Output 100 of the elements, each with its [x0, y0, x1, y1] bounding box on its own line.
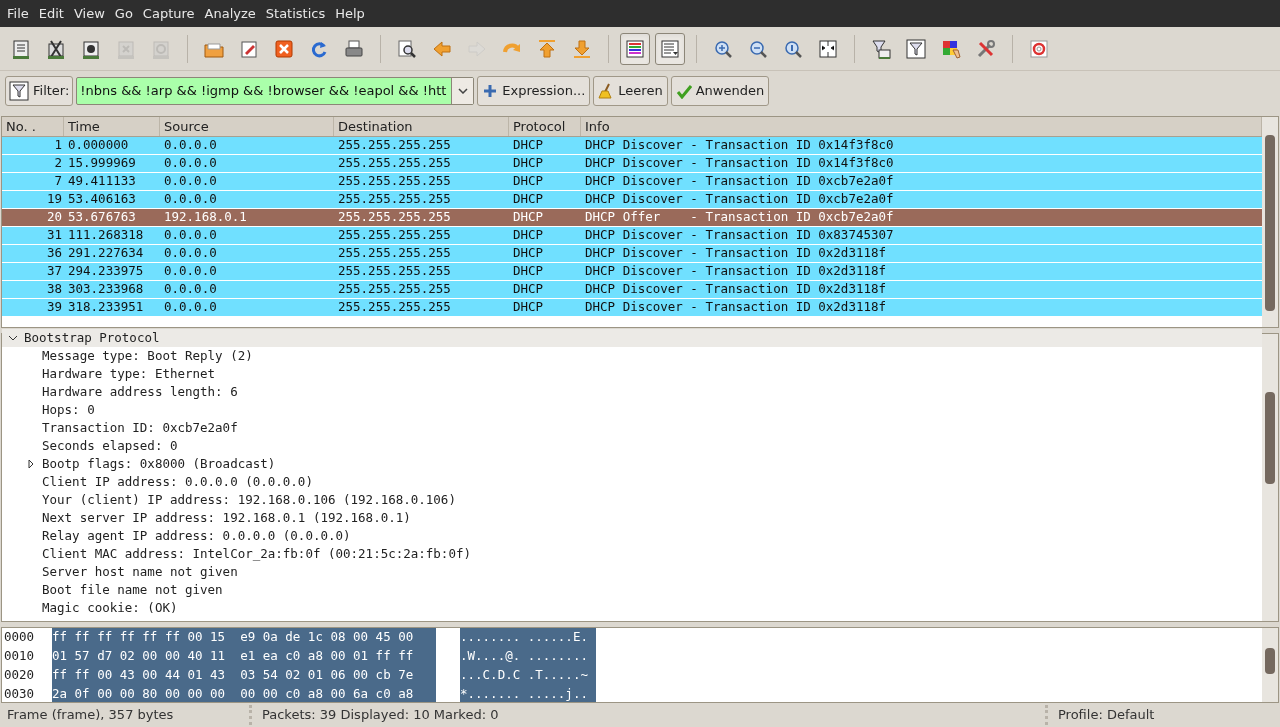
table-cell-text: 0.0.0.0 [163, 262, 218, 281]
ascii-bytes: ...C.D.C .T.....~ [460, 666, 596, 685]
tree-item[interactable]: Bootstrap Protocol [24, 329, 160, 348]
vertical-scrollbar[interactable] [1262, 117, 1278, 327]
status-text: Profile: Default [1057, 706, 1156, 725]
table-cell-text: 0.0.0.0 [163, 190, 218, 209]
table-cell-text: 31 [45, 226, 63, 245]
table-cell-text: DHCP [512, 298, 545, 317]
table-cell-text: 255.255.255.255 [337, 208, 452, 227]
tree-item[interactable]: Bootp flags: 0x8000 (Broadcast) [42, 454, 276, 474]
checkmark-icon [675, 83, 692, 99]
packet-row[interactable]: 37 294.233975 0.0.0.0 255.255.255.255 DHCP DHCP Discover - Transaction ID 0x2d3118f [2, 263, 1262, 281]
tree-item[interactable]: Client IP address: 0.0.0.0 (0.0.0.0) [42, 472, 313, 492]
ascii-bytes: .W....@. ........ [460, 647, 596, 666]
table-cell-text: 0.0.0.0 [163, 172, 218, 191]
table-cell-text: DHCP Discover - Transaction ID 0x2d3118f [584, 298, 888, 317]
vertical-scrollbar[interactable] [1262, 334, 1278, 621]
table-cell-text: 39 [45, 298, 63, 317]
capture-filter-icon [870, 37, 892, 60]
tree-item[interactable]: Transaction ID: 0xcb7e2a0f [42, 418, 238, 438]
table-cell-text: 38 [45, 280, 63, 299]
menu-item[interactable]: Statistics [260, 3, 331, 24]
tree-item[interactable]: Client MAC address: IntelCor_2a:fb:0f (00:21:5c:2a:fb:0f) [42, 544, 471, 564]
packet-row[interactable]: 19 53.406163 0.0.0.0 255.255.255.255 DHCP DHCP Discover - Transaction ID 0xcb7e2a0f [2, 191, 1262, 209]
table-cell-text: DHCP Discover - Transaction ID 0x2d3118f [584, 244, 888, 263]
column-header[interactable]: No. . [2, 117, 64, 136]
tree-item[interactable]: Hardware type: Ethernet [42, 364, 216, 384]
packet-row[interactable]: 2 15.999969 0.0.0.0 255.255.255.255 DHCP DHCP Discover - Transaction ID 0x14f3f8c0 [2, 155, 1262, 173]
table-cell-text: DHCP [512, 280, 545, 299]
packet-row[interactable]: 36 291.227634 0.0.0.0 255.255.255.255 DHCP DHCP Discover - Transaction ID 0x2d3118f [2, 245, 1262, 263]
table-cell-text: DHCP Offer - Transaction ID 0xcb7e2a0f [584, 208, 895, 227]
tree-item[interactable]: Hardware address length: 6 [42, 382, 238, 402]
table-cell-text: 303.233968 [67, 280, 145, 299]
packet-row[interactable]: 1 0.000000 0.0.0.0 255.255.255.255 DHCP DHCP Discover - Transaction ID 0x14f3f8c0 [2, 137, 1262, 155]
byte-offset: 0010 [3, 647, 36, 666]
packet-row[interactable]: 39 318.233951 0.0.0.0 255.255.255.255 DHCP DHCP Discover - Transaction ID 0x2d3118f [2, 299, 1262, 317]
search-icon [396, 37, 418, 60]
plus-icon [482, 83, 499, 99]
menu-item[interactable]: Capture [137, 3, 200, 24]
ascii-bytes: ........ ......E. [460, 628, 596, 647]
table-cell-text: 192.168.0.1 [163, 208, 248, 227]
tree-item[interactable]: Relay agent IP address: 0.0.0.0 (0.0.0.0) [42, 526, 351, 546]
vertical-scrollbar[interactable] [1262, 628, 1278, 702]
table-cell-text: DHCP [512, 208, 545, 227]
table-cell-text: DHCP [512, 172, 545, 191]
table-cell-text: DHCP [512, 190, 545, 209]
status-text: Packets: 39 Displayed: 10 Marked: 0 [252, 705, 1048, 725]
menu-item[interactable]: Help [330, 3, 370, 24]
filter-input-field[interactable]: !nbns && !arp && !igmp && !browser && !eapol && !htt [76, 77, 475, 105]
table-cell-text: 0.000000 [67, 136, 130, 155]
tree-item[interactable]: Next server IP address: 192.168.0.1 (192.168.0.1) [42, 508, 411, 528]
column-header[interactable]: Time [64, 117, 160, 136]
table-cell-text: 53.676763 [67, 208, 137, 227]
tree-item[interactable]: Magic cookie: (OK) [42, 598, 178, 618]
byte-offset: 0030 [3, 685, 36, 702]
menu-item[interactable]: Go [109, 3, 138, 24]
table-cell-text: DHCP Discover - Transaction ID 0xcb7e2a0f [584, 190, 895, 209]
menu-item[interactable]: File [2, 3, 34, 24]
tree-item[interactable]: Seconds elapsed: 0 [42, 436, 178, 456]
table-cell-text: DHCP Discover - Transaction ID 0x83745307 [584, 226, 895, 245]
table-cell-text: 49.411133 [67, 172, 137, 191]
table-cell-text: DHCP Discover - Transaction ID 0x14f3f8c0 [584, 136, 895, 155]
toolbar-button[interactable] [620, 32, 650, 65]
packet-row[interactable]: 20 53.676763 192.168.0.1 255.255.255.255 DHCP DHCP Offer - Transaction ID 0xcb7e2a0f [2, 209, 1262, 227]
table-cell-text: 255.255.255.255 [337, 226, 452, 245]
tree-item[interactable]: Server host name not given [42, 562, 238, 582]
table-cell-text: DHCP [512, 262, 545, 281]
packet-row[interactable]: 31 111.268318 0.0.0.0 255.255.255.255 DHCP DHCP Discover - Transaction ID 0x83745307 [2, 227, 1262, 245]
menu-item[interactable]: View [68, 3, 110, 24]
close-icon [273, 37, 295, 60]
table-cell-text: DHCP Discover - Transaction ID 0xcb7e2a0f [584, 172, 895, 191]
menu-item[interactable]: Analyze [199, 3, 261, 24]
filter-apply-button[interactable]: Anwenden [670, 76, 770, 106]
hex-bytes: 01 57 d7 02 00 00 40 11 e1 ea c0 a8 00 01 ff ff [52, 647, 436, 666]
table-cell-text: 36 [45, 244, 63, 263]
lifebuoy-icon [1028, 37, 1050, 60]
column-header[interactable]: Protocol [509, 117, 581, 136]
filter-expression-button[interactable]: Expression... [477, 76, 591, 106]
table-cell-text: 255.255.255.255 [337, 262, 452, 281]
table-cell-text: 20 [45, 208, 63, 227]
tree-item[interactable]: Message type: Boot Reply (2) [42, 346, 253, 366]
column-header[interactable]: Source [160, 117, 334, 136]
tree-item[interactable]: Hops: 0 [42, 400, 95, 420]
tree-item[interactable]: Boot file name not given [42, 580, 223, 600]
table-cell-text: 1 [53, 136, 63, 155]
menu-item[interactable]: Edit [33, 3, 69, 24]
table-cell-text: 19 [45, 190, 63, 209]
packet-row[interactable]: 7 49.411133 0.0.0.0 255.255.255.255 DHCP DHCP Discover - Transaction ID 0xcb7e2a0f [2, 173, 1262, 191]
table-cell-text: 255.255.255.255 [337, 244, 452, 263]
table-cell-text: 0.0.0.0 [163, 298, 218, 317]
colored-lines-icon [624, 37, 646, 60]
column-header[interactable]: Destination [334, 117, 509, 136]
filter-clear-button[interactable]: Leeren [593, 76, 668, 106]
up-arrow-icon [536, 37, 558, 60]
interface-list-icon [10, 37, 32, 60]
packet-row[interactable]: 38 303.233968 0.0.0.0 255.255.255.255 DHCP DHCP Discover - Transaction ID 0x2d3118f [2, 281, 1262, 299]
table-cell-text: 0.0.0.0 [163, 280, 218, 299]
filter-label-button[interactable]: Filter: [5, 76, 74, 106]
dropdown-caret-icon [457, 88, 468, 94]
tree-item[interactable]: Your (client) IP address: 192.168.0.106 (192.168.0.106) [42, 490, 456, 510]
